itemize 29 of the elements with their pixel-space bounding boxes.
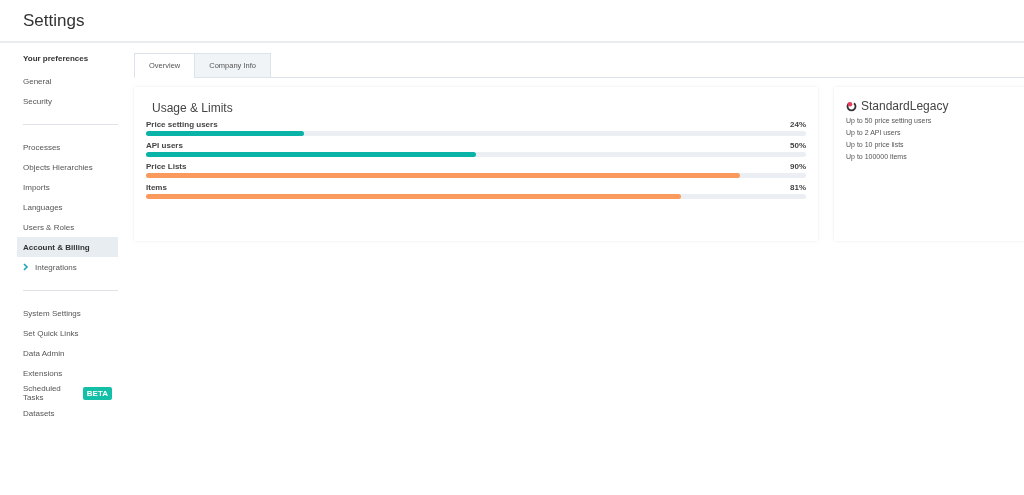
sidebar-item[interactable]: Integrations xyxy=(17,257,118,277)
section-heading: Your preferences xyxy=(22,53,90,65)
sidebar-item[interactable]: System Settings xyxy=(17,303,118,323)
meter-label: API users xyxy=(146,141,183,152)
sidebar-item[interactable]: Scheduled Tasks BETA xyxy=(17,383,118,403)
meter-label: Items xyxy=(146,183,167,194)
sidebar-item[interactable]: Languages xyxy=(17,197,118,217)
sidebar-item[interactable]: Security xyxy=(17,91,118,111)
sidebar-item[interactable]: Objects Hierarchies xyxy=(17,157,118,177)
sidebar-item[interactable]: Imports xyxy=(17,177,118,197)
meter-percent: 50% xyxy=(790,141,806,152)
sidebar-item[interactable]: Extensions xyxy=(17,363,118,383)
sidebar-item[interactable]: Set Quick Links xyxy=(17,323,118,343)
sidebar-item[interactable]: General xyxy=(17,71,118,91)
page-title: Settings xyxy=(23,10,85,31)
sidebar-item[interactable]: Processes xyxy=(17,137,118,157)
sidebar-item[interactable]: Datasets xyxy=(17,403,118,423)
plan-name: StandardLegacy xyxy=(861,99,949,113)
sidebar-item[interactable]: Account & Billing xyxy=(17,237,118,257)
meter-percent: 81% xyxy=(790,183,806,194)
meter-percent: 90% xyxy=(790,162,806,173)
meter-label: Price setting users xyxy=(146,120,218,131)
plan-logo-icon xyxy=(846,100,857,112)
meter-percent: 24% xyxy=(790,120,806,131)
beta-badge: BETA xyxy=(82,386,112,400)
meter-label: Price Lists xyxy=(146,162,187,173)
sidebar-item[interactable]: Data Admin xyxy=(17,343,118,363)
sidebar-item[interactable]: Users & Roles xyxy=(17,217,118,237)
card-title: Usage & Limits xyxy=(152,101,234,115)
